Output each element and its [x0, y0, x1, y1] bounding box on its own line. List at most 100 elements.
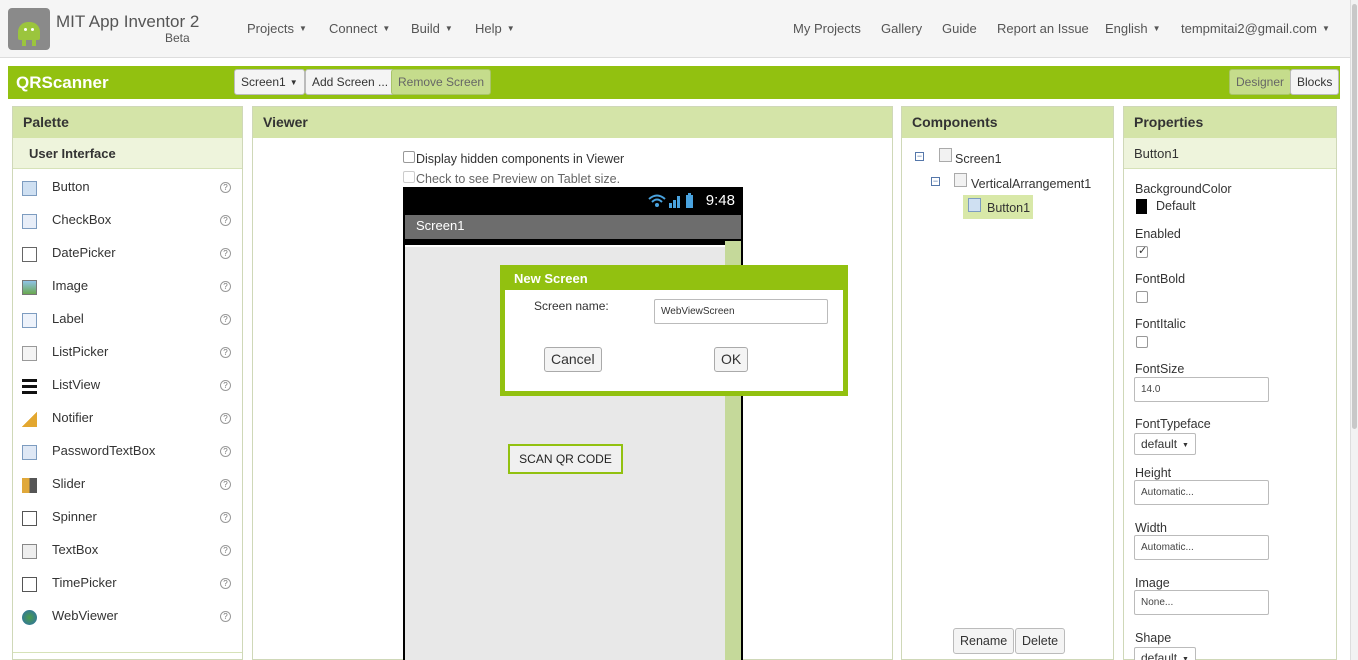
- collapse-icon[interactable]: −: [915, 152, 924, 161]
- screen-name-label: Screen name:: [534, 299, 609, 313]
- help-icon[interactable]: ?: [220, 413, 231, 424]
- palette-item-spinner[interactable]: Spinner?: [13, 500, 241, 533]
- palette-item-listview[interactable]: ListView?: [13, 368, 241, 401]
- phone-screen-title: Screen1: [405, 215, 741, 239]
- collapse-icon[interactable]: −: [931, 177, 940, 186]
- fontsize-input[interactable]: 14.0: [1134, 377, 1269, 402]
- palette-item-checkbox[interactable]: CheckBox?: [13, 203, 241, 236]
- language-label: English: [1105, 21, 1148, 36]
- display-hidden-checkbox[interactable]: [403, 151, 415, 163]
- screen-select[interactable]: Screen1 ▼: [234, 69, 305, 95]
- menu-build[interactable]: Build ▼: [411, 21, 453, 36]
- dialog-title: New Screen: [514, 271, 588, 286]
- blocks-button[interactable]: Blocks: [1290, 69, 1340, 95]
- fontbold-checkbox[interactable]: [1136, 291, 1148, 303]
- remove-screen-button[interactable]: Remove Screen: [391, 69, 492, 95]
- page-scrollbar[interactable]: [1350, 0, 1358, 660]
- tree-item-screen1[interactable]: Screen1: [955, 152, 1002, 166]
- help-icon[interactable]: ?: [220, 215, 231, 226]
- palette-item-webviewer[interactable]: WebViewer?: [13, 599, 241, 632]
- palette-item-image[interactable]: Image?: [13, 269, 241, 302]
- fontitalic-label: FontItalic: [1135, 317, 1186, 331]
- width-input[interactable]: Automatic...: [1134, 535, 1269, 560]
- help-icon[interactable]: ?: [220, 512, 231, 523]
- palette-item-passwordtextbox[interactable]: PasswordTextBox?: [13, 434, 241, 467]
- status-icons: [648, 193, 693, 208]
- add-screen-button[interactable]: Add Screen ...: [305, 69, 396, 95]
- rename-button[interactable]: Rename: [953, 628, 1015, 654]
- password-icon: [22, 445, 37, 460]
- help-icon[interactable]: ?: [220, 611, 231, 622]
- palette-item-label: CheckBox: [52, 212, 112, 227]
- ok-button[interactable]: OK: [714, 347, 749, 372]
- delete-button[interactable]: Delete: [1015, 628, 1066, 654]
- color-swatch[interactable]: [1136, 199, 1147, 214]
- shape-select[interactable]: default ▼: [1134, 647, 1196, 660]
- app-inventor-logo[interactable]: [8, 8, 50, 50]
- menu-connect[interactable]: Connect ▼: [329, 21, 390, 36]
- button-icon: [968, 198, 981, 212]
- selected-component-name: Button1: [1124, 138, 1336, 169]
- palette-title: Palette: [13, 107, 242, 138]
- link-guide[interactable]: Guide: [942, 21, 977, 36]
- help-icon[interactable]: ?: [220, 248, 231, 259]
- fonttypeface-select[interactable]: default ▼: [1134, 433, 1196, 455]
- caret-down-icon: ▼: [382, 24, 391, 33]
- menu-help[interactable]: Help ▼: [475, 21, 515, 36]
- help-icon[interactable]: ?: [220, 314, 231, 325]
- backgroundcolor-value[interactable]: Default: [1156, 199, 1196, 213]
- spinner-icon: [22, 511, 37, 526]
- palette-item-label: ListPicker: [52, 344, 109, 359]
- palette-item-label: WebViewer: [52, 608, 118, 623]
- height-input[interactable]: Automatic...: [1134, 480, 1269, 505]
- phone-status-bar: 9:48: [403, 187, 743, 215]
- palette-item-timepicker[interactable]: TimePicker?: [13, 566, 241, 599]
- properties-title: Properties: [1124, 107, 1336, 138]
- palette-item-label[interactable]: Label?: [13, 302, 241, 335]
- tree-item-verticalarrangement1[interactable]: VerticalArrangement1: [971, 177, 1091, 191]
- help-icon[interactable]: ?: [220, 281, 231, 292]
- account-menu[interactable]: tempmitai2@gmail.com ▼: [1181, 21, 1330, 36]
- scan-qr-code-button[interactable]: SCAN QR CODE: [508, 444, 623, 474]
- help-icon[interactable]: ?: [220, 380, 231, 391]
- link-gallery[interactable]: Gallery: [881, 21, 922, 36]
- menu-label: Projects: [247, 21, 294, 36]
- palette-item-label: PasswordTextBox: [52, 443, 156, 458]
- tablet-preview-checkbox[interactable]: [403, 171, 415, 183]
- image-input[interactable]: None...: [1134, 590, 1269, 615]
- help-icon[interactable]: ?: [220, 446, 231, 457]
- help-icon[interactable]: ?: [220, 479, 231, 490]
- palette-item-button[interactable]: Button?: [13, 170, 241, 203]
- caret-down-icon: ▼: [289, 78, 298, 87]
- enabled-checkbox[interactable]: [1136, 244, 1148, 258]
- menu-projects[interactable]: Projects ▼: [247, 21, 307, 36]
- help-icon[interactable]: ?: [220, 182, 231, 193]
- account-label: tempmitai2@gmail.com: [1181, 21, 1318, 36]
- scrollbar-thumb[interactable]: [1352, 4, 1357, 429]
- palette-category-user-interface[interactable]: User Interface: [13, 138, 242, 169]
- language-menu[interactable]: English ▼: [1105, 21, 1161, 36]
- slider-icon: [22, 478, 37, 493]
- help-icon[interactable]: ?: [220, 545, 231, 556]
- image-label: Image: [1135, 576, 1170, 590]
- palette-item-notifier[interactable]: Notifier?: [13, 401, 241, 434]
- timepicker-icon: [22, 577, 37, 592]
- fontitalic-checkbox[interactable]: [1136, 336, 1148, 348]
- tree-item-button1[interactable]: Button1: [963, 195, 1033, 219]
- link-report-issue[interactable]: Report an Issue: [997, 21, 1089, 36]
- screen-name-input[interactable]: WebViewScreen: [654, 299, 828, 324]
- palette-item-label: Spinner: [52, 509, 97, 524]
- link-my-projects[interactable]: My Projects: [793, 21, 861, 36]
- palette-item-slider[interactable]: Slider?: [13, 467, 241, 500]
- palette-item-datepicker[interactable]: DatePicker?: [13, 236, 241, 269]
- notifier-icon: [22, 412, 37, 427]
- help-icon[interactable]: ?: [220, 347, 231, 358]
- menu-label: Connect: [329, 21, 378, 36]
- palette-list: Button? CheckBox? DatePicker? Image? Label? L…: [13, 170, 242, 653]
- designer-button[interactable]: Designer: [1229, 69, 1292, 95]
- palette-item-listpicker[interactable]: ListPicker?: [13, 335, 241, 368]
- palette-item-textbox[interactable]: TextBox?: [13, 533, 241, 566]
- help-icon[interactable]: ?: [220, 578, 231, 589]
- cancel-button[interactable]: Cancel: [544, 347, 602, 372]
- project-name: QRScanner: [16, 73, 109, 92]
